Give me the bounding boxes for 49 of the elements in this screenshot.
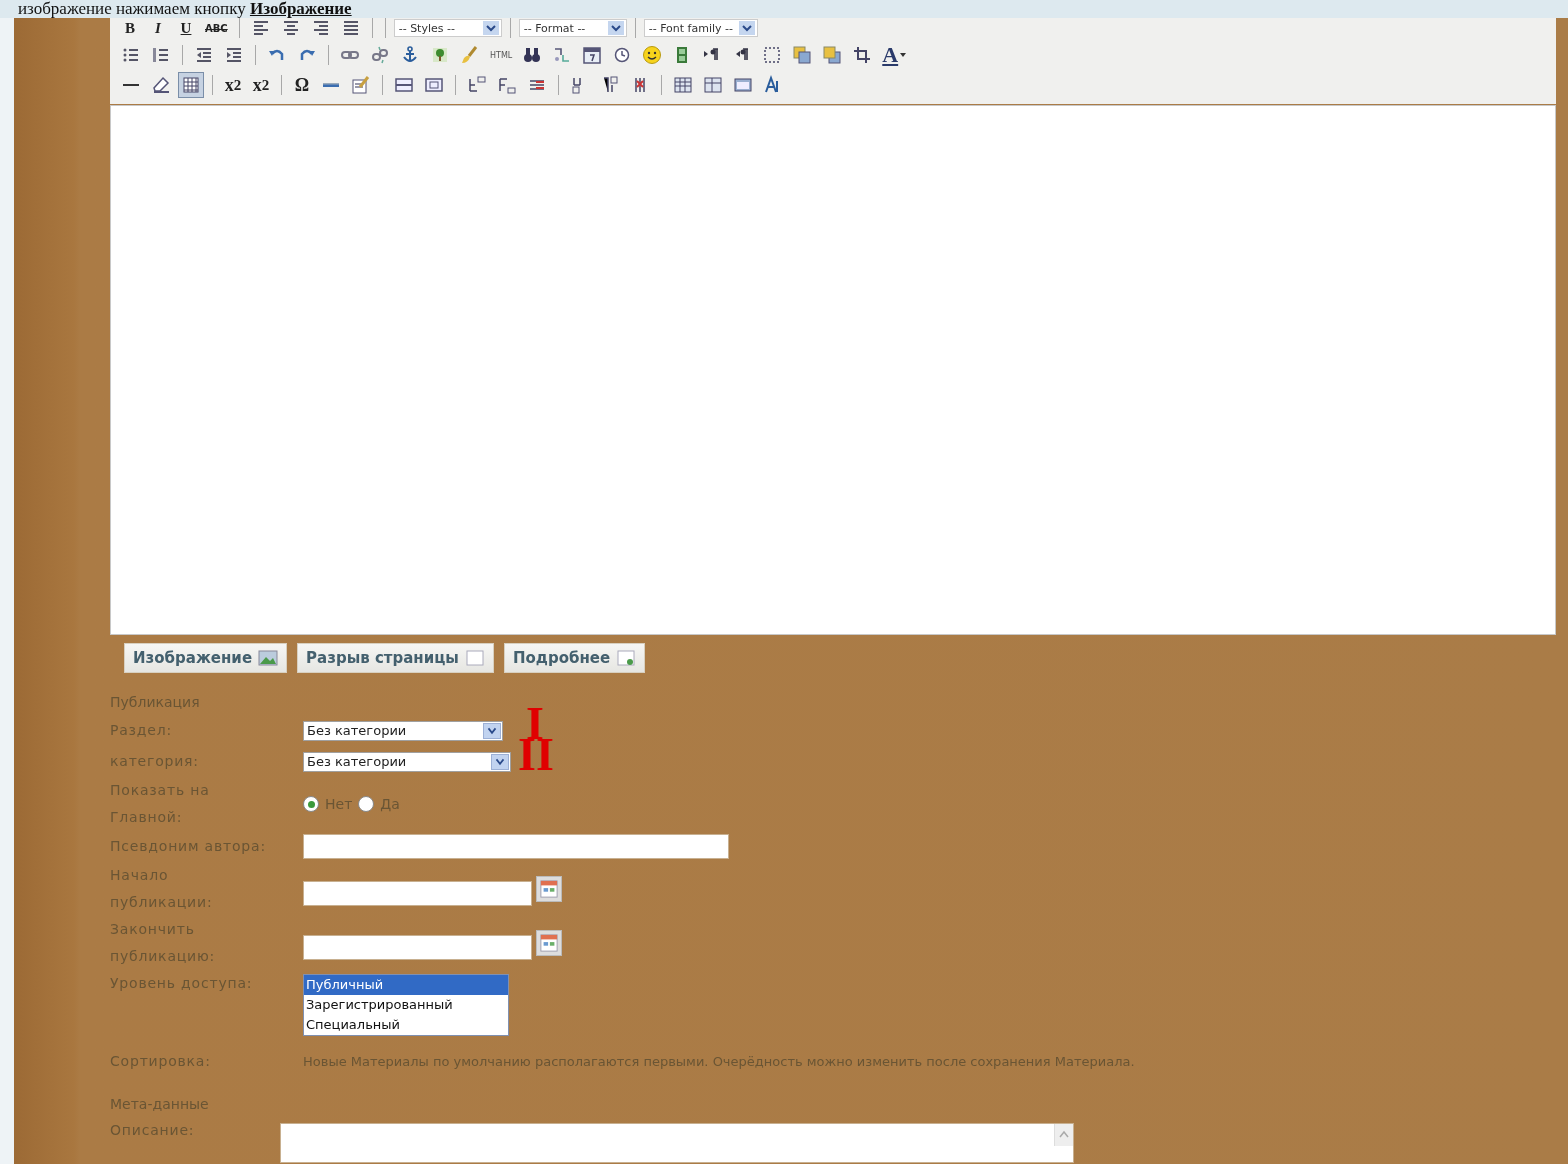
- list-option[interactable]: Специальный: [304, 1015, 508, 1035]
- field-label: Псевдоним автора:: [110, 837, 267, 856]
- editor-button[interactable]: Изображение: [124, 643, 288, 673]
- italic-button[interactable]: I: [146, 16, 170, 40]
- html-button[interactable]: HTML: [487, 43, 516, 67]
- field-label: Начало публикации:: [110, 866, 214, 912]
- chevron-down-icon: [491, 753, 509, 770]
- field-label: Показать на Главной:: [110, 781, 211, 827]
- toolbar-dropdown[interactable]: -- Format --: [518, 19, 627, 37]
- editor-button[interactable]: Разрыв страницы: [297, 643, 494, 673]
- category-select[interactable]: Без категории: [303, 751, 511, 772]
- chevron-down-icon: [483, 722, 501, 739]
- description-field[interactable]: [280, 1123, 1074, 1163]
- chevron-down-icon: [739, 21, 755, 35]
- section-heading: Публикация: [110, 693, 201, 712]
- field-label: категория:: [110, 752, 200, 771]
- text-color-button[interactable]: A: [879, 43, 910, 67]
- editor-button[interactable]: Подробнее: [503, 643, 646, 673]
- field-label: Сортировка:: [110, 1052, 212, 1071]
- list-option[interactable]: Публичный: [304, 975, 508, 995]
- field-label: Уровень доступа:: [110, 974, 254, 993]
- date-field[interactable]: [303, 880, 532, 906]
- page-plus-icon: [616, 650, 637, 666]
- toolbar-dropdown[interactable]: -- Font family --: [643, 19, 758, 37]
- landscape-icon: [258, 650, 279, 666]
- caption-text: изображение нажимаем кнопку Изображение: [18, 0, 352, 18]
- section-heading: Мета-данные: [110, 1096, 209, 1112]
- grid-icon[interactable]: [178, 72, 204, 98]
- bold-button[interactable]: B: [118, 16, 142, 40]
- field-label: Закончить публикацию:: [110, 920, 217, 966]
- sorting-note: Новые Материалы по умолчанию располагаются первыми. Очерёдность можно изменить после сохранения Материала.: [303, 1054, 1135, 1069]
- underline-button[interactable]: U: [174, 16, 198, 40]
- list-option[interactable]: Зарегистрированный: [304, 995, 508, 1015]
- chevron-down-icon: [607, 21, 624, 35]
- date-field[interactable]: [303, 934, 532, 960]
- input-field[interactable]: [303, 834, 729, 859]
- blank-page-icon: [464, 650, 485, 666]
- caret-icon: [900, 53, 907, 57]
- access-listbox[interactable]: Публичный Зарегистрированный Специальный: [303, 974, 509, 1036]
- calendar-icon[interactable]: [536, 930, 562, 956]
- calendar-icon[interactable]: [536, 876, 562, 902]
- field-label: Описание:: [110, 1121, 196, 1140]
- category-select[interactable]: Без категории: [303, 720, 503, 741]
- chevron-down-icon: [482, 21, 499, 35]
- strikethrough-button[interactable]: ABC: [202, 16, 231, 40]
- caption-link[interactable]: Изображение: [249, 0, 352, 18]
- toolbar-button[interactable]: Ω: [290, 73, 314, 97]
- toolbar-dropdown[interactable]: -- Styles --: [393, 19, 502, 37]
- field-label: Раздел:: [110, 721, 174, 740]
